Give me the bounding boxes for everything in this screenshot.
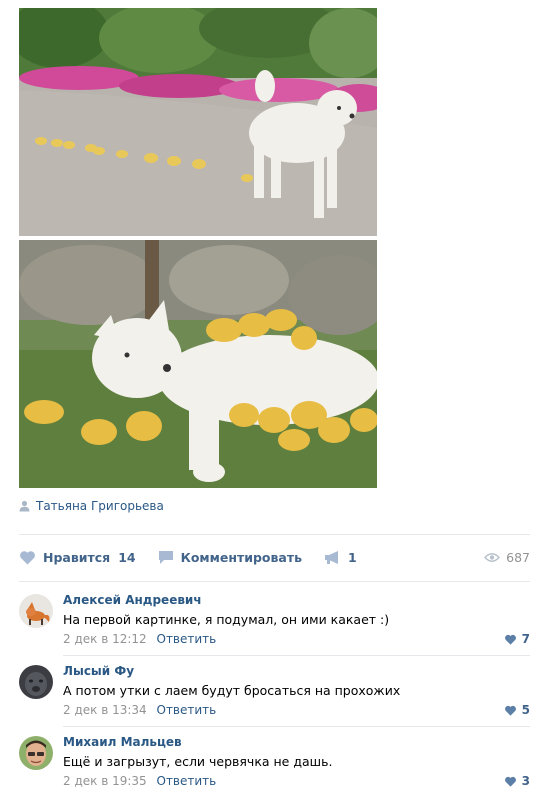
divider xyxy=(19,581,530,582)
post-photo-dog-lying-ducklings[interactable] xyxy=(19,240,377,488)
person-icon xyxy=(19,500,30,512)
comment-label: Комментировать xyxy=(180,549,302,565)
heart-icon xyxy=(504,705,516,716)
comment-button[interactable]: Комментировать xyxy=(158,550,302,565)
megaphone-icon xyxy=(325,550,338,564)
reply-link[interactable]: Ответить xyxy=(157,703,217,717)
comment-date[interactable]: 2 дек в 13:34 xyxy=(63,703,147,717)
comment-text: На первой картинке, я подумал, он ими ка… xyxy=(63,612,390,627)
speech-bubble-icon xyxy=(158,550,173,564)
like-label: Нравится xyxy=(43,549,111,565)
avatar[interactable] xyxy=(19,736,53,770)
divider xyxy=(63,655,530,656)
divider xyxy=(19,534,530,535)
post-author-name: Татьяна Григорьева xyxy=(36,499,164,513)
divider xyxy=(63,726,530,727)
comment-author-name[interactable]: Лысый Фу xyxy=(63,664,134,678)
reply-link[interactable]: Ответить xyxy=(157,774,217,788)
comment-date[interactable]: 2 дек в 19:35 xyxy=(63,774,147,788)
comment-like-count: 5 xyxy=(521,703,530,717)
eye-icon xyxy=(484,552,501,562)
dark-animal-avatar-image xyxy=(19,665,53,699)
comment-item: Михаил Мальцев Ещё и загрызут, если черв… xyxy=(19,730,530,798)
like-button[interactable]: Нравится 14 xyxy=(19,550,136,565)
post-actions-bar: Нравится 14 Комментировать 1 687 xyxy=(19,546,530,568)
views-count: 687 xyxy=(506,549,530,565)
comment-text: Ещё и загрызут, если червячка не дашь. xyxy=(63,754,333,769)
comment-meta: 2 дек в 19:35 Ответить xyxy=(63,774,216,788)
avatar[interactable] xyxy=(19,665,53,699)
heart-icon xyxy=(20,550,35,564)
comment-meta: 2 дек в 12:12 Ответить xyxy=(63,632,216,646)
comment-text: А потом утки с лаем будут бросаться на п… xyxy=(63,683,401,698)
share-button[interactable]: 1 xyxy=(324,550,357,565)
post-photo-dog-ducklings-road[interactable] xyxy=(19,8,377,236)
comment-meta: 2 дек в 13:34 Ответить xyxy=(63,703,216,717)
heart-icon xyxy=(504,776,516,787)
comment-author-name[interactable]: Михаил Мальцев xyxy=(63,735,182,749)
comment-item: Алексей Андреевич На первой картинке, я … xyxy=(19,588,530,656)
fox-avatar-image xyxy=(19,594,53,628)
post-author[interactable]: Татьяна Григорьева xyxy=(19,497,164,515)
comment-item: Лысый Фу А потом утки с лаем будут броса… xyxy=(19,659,530,727)
comment-like-count: 3 xyxy=(521,774,530,788)
comment-like-count: 7 xyxy=(521,632,530,646)
avatar[interactable] xyxy=(19,594,53,628)
comment-date[interactable]: 2 дек в 12:12 xyxy=(63,632,147,646)
like-count: 14 xyxy=(118,549,136,565)
comment-author-name[interactable]: Алексей Андреевич xyxy=(63,593,202,607)
views-counter: 687 xyxy=(484,550,530,565)
reply-link[interactable]: Ответить xyxy=(157,632,217,646)
man-portrait-avatar-image xyxy=(19,736,53,770)
comment-like-button[interactable]: 3 xyxy=(504,774,530,788)
comment-like-button[interactable]: 7 xyxy=(504,632,530,646)
heart-icon xyxy=(504,634,516,645)
comment-like-button[interactable]: 5 xyxy=(504,703,530,717)
share-count: 1 xyxy=(348,549,357,565)
